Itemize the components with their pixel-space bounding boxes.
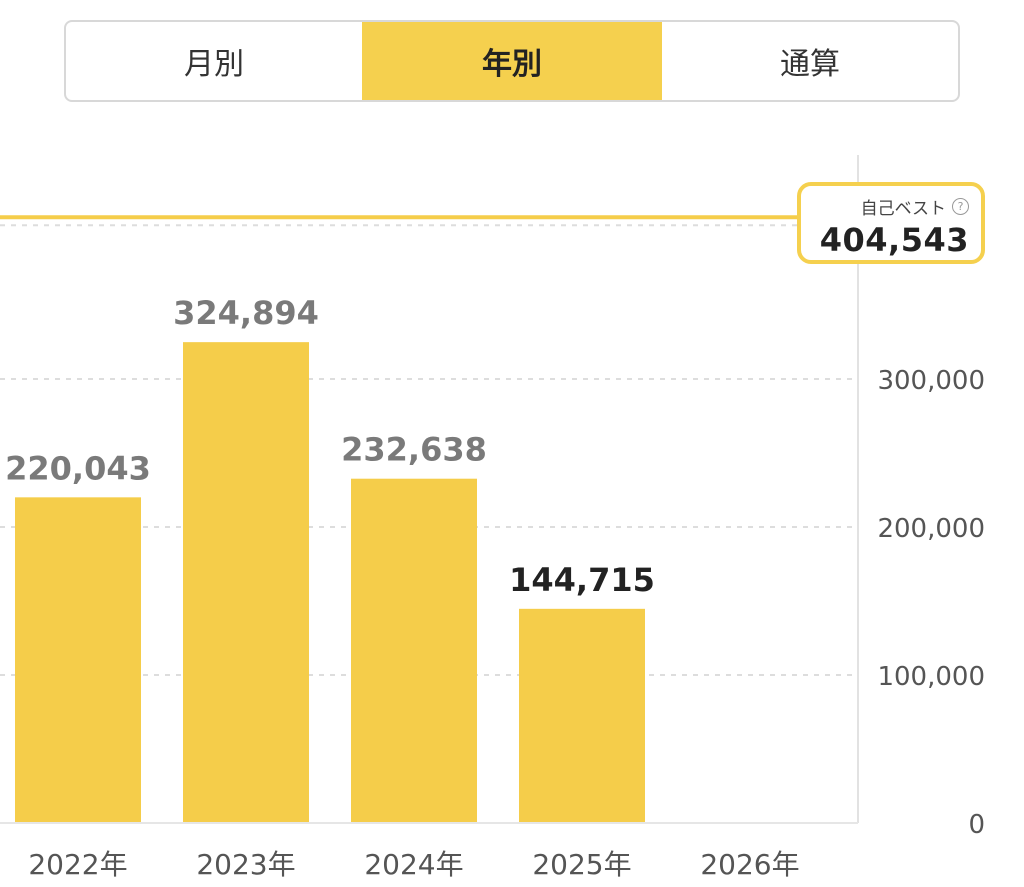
bar [351, 478, 477, 823]
bar-value-label: 220,043 [5, 449, 151, 487]
bar-value-label: 144,715 [509, 561, 655, 599]
x-tick-label: 2024年 [364, 848, 463, 881]
bar [183, 342, 309, 823]
x-tick-label: 2026年 [700, 848, 799, 881]
personal-best-badge: 自己ベスト ? 404,543 [797, 182, 985, 264]
personal-best-label: 自己ベスト [860, 199, 946, 219]
yearly-bar-chart: 0 100,000 200,000 300,000 220,043 2022年 324,89… [0, 155, 985, 881]
bar [519, 608, 645, 823]
y-tick-label: 0 [968, 810, 985, 840]
bar [15, 497, 141, 823]
x-tick-label: 2025年 [532, 848, 631, 881]
y-tick-label: 200,000 [877, 514, 985, 544]
personal-best-label-row: 自己ベスト ? [801, 194, 969, 219]
x-tick-label: 2022年 [28, 848, 127, 881]
bar-value-label: 324,894 [173, 294, 319, 332]
y-tick-label: 300,000 [877, 366, 985, 396]
help-circle-icon[interactable]: ? [952, 198, 969, 215]
bar-value-label: 232,638 [341, 431, 487, 469]
x-tick-label: 2023年 [196, 848, 295, 881]
y-tick-label: 100,000 [877, 662, 985, 692]
personal-best-value: 404,543 [819, 221, 969, 259]
